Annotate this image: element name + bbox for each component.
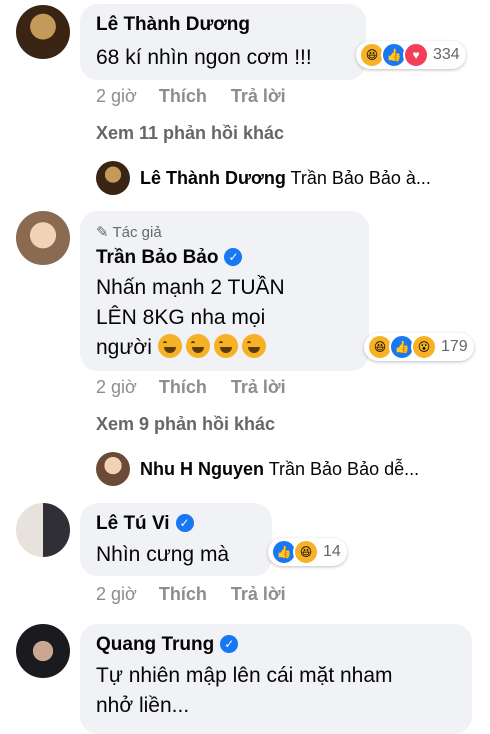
comment-bubble: Lê Tú Vi ✓ Nhìn cưng mà — [80, 503, 272, 576]
reply-button[interactable]: Trả lời — [231, 377, 286, 397]
comment-text: Tự nhiên mập lên cái mặt nham — [96, 664, 393, 687]
verified-icon: ✓ — [175, 514, 194, 532]
reaction-count: 179 — [441, 338, 468, 355]
verified-icon: ✓ — [220, 635, 239, 653]
reply-author: Lê Thành Dương — [140, 168, 286, 188]
comment-text: Nhấn mạnh 2 TUẦN — [96, 276, 285, 299]
view-more-replies[interactable]: Xem 11 phản hồi khác — [96, 123, 284, 144]
reply-text: Trần Bảo Bảo dễ... — [268, 459, 420, 479]
reaction-count: 14 — [323, 543, 341, 560]
reply-button[interactable]: Trả lời — [231, 86, 286, 106]
comment-author[interactable]: Quang Trung ✓ — [96, 634, 239, 656]
avatar[interactable] — [16, 211, 70, 265]
comment-text: LÊN 8KG nha mọi — [96, 306, 266, 329]
haha-icon: 😆 — [293, 539, 319, 565]
laughing-emoji-icon — [213, 334, 238, 358]
comment-actions: 2 giờ Thích Trả lời — [96, 377, 310, 398]
reply-preview[interactable]: Nhu H Nguyen Trần Bảo Bảo dễ... — [140, 459, 419, 480]
laughing-emoji-icon — [185, 334, 210, 358]
view-more-replies[interactable]: Xem 9 phản hồi khác — [96, 414, 275, 435]
avatar[interactable] — [16, 624, 70, 678]
wow-icon: 😮 — [411, 334, 437, 360]
love-icon: ♥ — [403, 42, 429, 68]
verified-icon: ✓ — [224, 248, 243, 266]
like-button[interactable]: Thích — [159, 86, 207, 106]
reaction-summary[interactable]: 😆 👍 😮 179 — [364, 333, 474, 361]
comment-text: Nhìn cưng mà — [96, 543, 230, 566]
reaction-summary[interactable]: 👍 😆 14 — [268, 538, 347, 566]
comment-time[interactable]: 2 giờ — [96, 377, 137, 397]
reply-preview[interactable]: Lê Thành Dương Trần Bảo Bảo à... — [140, 168, 431, 189]
avatar[interactable] — [96, 452, 130, 486]
comment-time[interactable]: 2 giờ — [96, 584, 137, 604]
reaction-summary[interactable]: 😆 👍 ♥ 334 — [356, 41, 466, 69]
like-button[interactable]: Thích — [159, 584, 207, 604]
comment-author[interactable]: Trần Bảo Bảo ✓ — [96, 247, 243, 269]
comment-text: nhở liền... — [96, 694, 190, 717]
reply-button[interactable]: Trả lời — [231, 584, 286, 604]
avatar[interactable] — [16, 503, 70, 557]
author-badge: ✎ Tác giả — [96, 224, 162, 241]
comment-bubble: Lê Thành Dương 68 kí nhìn ngon cơm !!! — [80, 4, 366, 80]
reply-author: Nhu H Nguyen — [140, 459, 264, 479]
comment-actions: 2 giờ Thích Trả lời — [96, 584, 310, 605]
comment-text: 68 kí nhìn ngon cơm !!! — [96, 46, 312, 69]
comment-actions: 2 giờ Thích Trả lời — [96, 86, 310, 107]
pencil-icon: ✎ — [96, 224, 109, 241]
comment-author[interactable]: Lê Tú Vi ✓ — [96, 513, 194, 535]
comment-time[interactable]: 2 giờ — [96, 86, 137, 106]
comment-text: người — [96, 334, 270, 362]
avatar[interactable] — [16, 5, 70, 59]
like-button[interactable]: Thích — [159, 377, 207, 397]
reply-text: Trần Bảo Bảo à... — [290, 168, 431, 188]
comment-bubble: Quang Trung ✓ Tự nhiên mập lên cái mặt nh… — [80, 624, 472, 734]
comment-bubble: ✎ Tác giả Trần Bảo Bảo ✓ Nhấn mạnh 2 TUẦN… — [80, 211, 369, 371]
laughing-emoji-icon — [241, 334, 266, 358]
reaction-count: 334 — [433, 46, 460, 63]
laughing-emoji-icon — [157, 334, 182, 358]
avatar[interactable] — [96, 161, 130, 195]
comment-author[interactable]: Lê Thành Dương — [96, 14, 250, 36]
